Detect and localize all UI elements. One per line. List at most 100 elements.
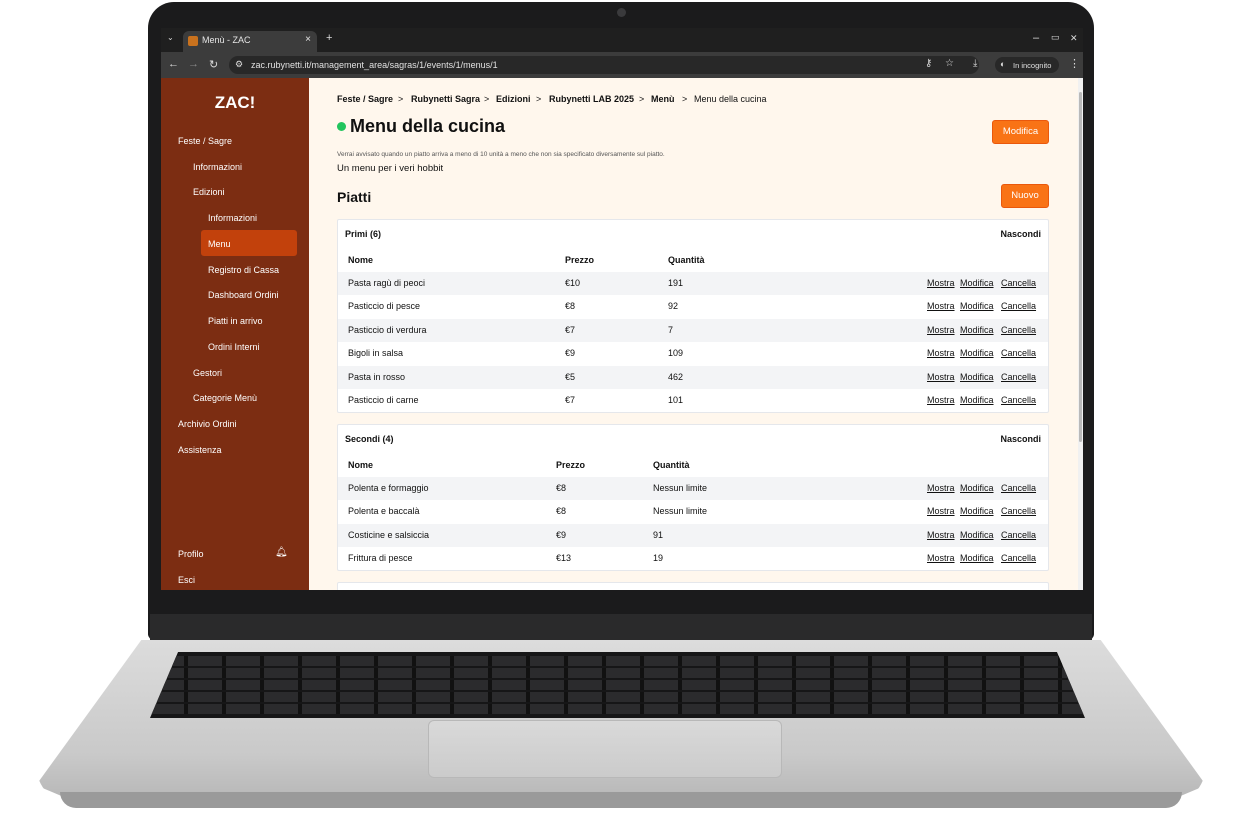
show-dish-link[interactable]: Mostra xyxy=(927,553,955,563)
breadcrumb-item[interactable]: Rubynetti Sagra xyxy=(411,94,480,104)
dish-quantity: Nessun limite xyxy=(653,506,708,517)
tab-search-icon[interactable]: ⌄ xyxy=(167,33,174,42)
reload-icon[interactable]: ↻ xyxy=(209,58,218,71)
show-dish-link[interactable]: Mostra xyxy=(927,348,955,358)
minimize-icon[interactable]: – xyxy=(1033,32,1039,44)
show-dish-link[interactable]: Mostra xyxy=(927,325,955,335)
address-bar[interactable]: ⚙ zac.rubynetti.it/management_area/sagra… xyxy=(229,56,979,74)
show-dish-link[interactable]: Mostra xyxy=(927,395,955,405)
dish-name: Pasticcio di verdura xyxy=(348,324,427,335)
breadcrumb-item[interactable]: Rubynetti LAB 2025 xyxy=(549,94,634,104)
edit-dish-link[interactable]: Modifica xyxy=(960,553,994,563)
category-card-secondi: Secondi (4) Nascondi Nome Prezzo Quantit… xyxy=(337,424,1049,571)
show-dish-link[interactable]: Mostra xyxy=(927,301,955,311)
sidebar-item-menu[interactable]: Menu xyxy=(208,239,231,249)
laptop-base-edge xyxy=(60,792,1182,808)
breadcrumb-current: Menu della cucina xyxy=(694,94,767,104)
sidebar-item-categorie-menu[interactable]: Categorie Menù xyxy=(193,393,257,403)
sidebar-item-profilo[interactable]: Profilo xyxy=(178,549,204,559)
dish-price: €8 xyxy=(565,301,576,312)
edit-dish-link[interactable]: Modifica xyxy=(960,348,994,358)
column-header-nome: Nome xyxy=(348,460,374,470)
show-dish-link[interactable]: Mostra xyxy=(927,372,955,382)
sidebar-item-ordini-interni[interactable]: Ordini Interni xyxy=(208,342,260,352)
laptop-trackpad xyxy=(428,720,782,778)
delete-dish-link[interactable]: Cancella xyxy=(1001,553,1036,563)
delete-dish-link[interactable]: Cancella xyxy=(1001,301,1036,311)
delete-dish-link[interactable]: Cancella xyxy=(1001,372,1036,382)
delete-dish-link[interactable]: Cancella xyxy=(1001,278,1036,288)
scrollbar-thumb[interactable] xyxy=(1079,92,1082,442)
show-dish-link[interactable]: Mostra xyxy=(927,506,955,516)
laptop-keyboard xyxy=(150,652,1085,718)
sidebar-item-registro-cassa[interactable]: Registro di Cassa xyxy=(208,265,279,275)
edit-dish-link[interactable]: Modifica xyxy=(960,372,994,382)
sidebar-item-edition-informazioni[interactable]: Informazioni xyxy=(208,213,257,223)
breadcrumb-item[interactable]: Feste / Sagre xyxy=(337,94,393,104)
column-header-prezzo: Prezzo xyxy=(565,255,595,265)
edit-menu-button[interactable]: Modifica xyxy=(992,120,1049,144)
show-dish-link[interactable]: Mostra xyxy=(927,530,955,540)
sidebar-item-informazioni[interactable]: Informazioni xyxy=(193,162,242,172)
bell-icon[interactable]: 🔔︎ xyxy=(275,547,288,558)
delete-dish-link[interactable]: Cancella xyxy=(1001,483,1036,493)
key-row xyxy=(150,668,1085,678)
close-window-icon[interactable]: ✕ xyxy=(1070,33,1078,44)
dish-quantity: 92 xyxy=(668,301,679,312)
edit-dish-link[interactable]: Modifica xyxy=(960,325,994,335)
delete-dish-link[interactable]: Cancella xyxy=(1001,325,1036,335)
new-dish-button[interactable]: Nuovo xyxy=(1001,184,1049,208)
browser-toolbar: ← → ↻ ⚙ zac.rubynetti.it/management_area… xyxy=(161,52,1083,78)
edit-dish-link[interactable]: Modifica xyxy=(960,483,994,493)
edit-dish-link[interactable]: Modifica xyxy=(960,301,994,311)
forward-icon[interactable]: → xyxy=(188,58,199,70)
edit-dish-link[interactable]: Modifica xyxy=(960,530,994,540)
dish-name: Frittura di pesce xyxy=(348,553,413,564)
breadcrumb-item[interactable]: Menù xyxy=(651,94,675,104)
show-dish-link[interactable]: Mostra xyxy=(927,278,955,288)
show-dish-link[interactable]: Mostra xyxy=(927,483,955,493)
browser-menu-icon[interactable]: ⋮ xyxy=(1069,57,1080,70)
sidebar-item-dashboard-ordini[interactable]: Dashboard Ordini xyxy=(208,290,279,300)
dish-name: Bigoli in salsa xyxy=(348,348,404,359)
download-icon[interactable]: ⤓ xyxy=(973,58,977,69)
dish-price: €9 xyxy=(565,348,576,359)
status-dot xyxy=(337,122,346,131)
restore-icon[interactable]: ▭ xyxy=(1051,32,1060,43)
sidebar-item-esci[interactable]: Esci xyxy=(178,575,195,585)
sidebar-item-edizioni[interactable]: Edizioni xyxy=(193,187,225,197)
delete-dish-link[interactable]: Cancella xyxy=(1001,395,1036,405)
edit-dish-link[interactable]: Modifica xyxy=(960,395,994,405)
sidebar-item-piatti-arrivo[interactable]: Piatti in arrivo xyxy=(208,316,263,326)
back-icon[interactable]: ← xyxy=(168,58,179,70)
sidebar-item-archivio-ordini[interactable]: Archivio Ordini xyxy=(178,419,237,429)
key-icon[interactable]: ⚷ xyxy=(925,58,932,69)
dish-price: €7 xyxy=(565,324,576,335)
incognito-badge[interactable]: ◐ In incognito xyxy=(995,57,1059,73)
dish-quantity: 109 xyxy=(668,348,684,359)
app-logo[interactable]: ZAC! xyxy=(161,93,309,113)
breadcrumb-item[interactable]: Edizioni xyxy=(496,94,531,104)
dish-price: €9 xyxy=(556,529,567,540)
sidebar-item-gestori[interactable]: Gestori xyxy=(193,368,222,378)
bookmark-star-icon[interactable]: ☆ xyxy=(945,58,954,69)
new-tab-button[interactable]: + xyxy=(326,32,332,44)
edit-dish-link[interactable]: Modifica xyxy=(960,278,994,288)
edit-dish-link[interactable]: Modifica xyxy=(960,506,994,516)
table-row: Pasticcio di verdura €7 7 Mostra Modifica Can… xyxy=(338,318,1048,342)
browser-tab[interactable]: Menù - ZAC × xyxy=(183,31,317,52)
menu-description: Un menu per i veri hobbit xyxy=(337,163,444,174)
delete-dish-link[interactable]: Cancella xyxy=(1001,348,1036,358)
delete-dish-link[interactable]: Cancella xyxy=(1001,530,1036,540)
breadcrumb-separator: > xyxy=(484,94,490,104)
column-header-prezzo: Prezzo xyxy=(556,460,586,470)
hide-category-button[interactable]: Nascondi xyxy=(1000,229,1041,239)
dish-price: €5 xyxy=(565,371,576,382)
tab-close-icon[interactable]: × xyxy=(305,34,311,45)
delete-dish-link[interactable]: Cancella xyxy=(1001,506,1036,516)
dish-quantity: 101 xyxy=(668,395,684,405)
hide-category-button[interactable]: Nascondi xyxy=(1000,434,1041,444)
sidebar-item-assistenza[interactable]: Assistenza xyxy=(178,445,222,455)
sidebar-item-feste-sagre[interactable]: Feste / Sagre xyxy=(178,136,232,146)
site-info-icon[interactable]: ⚙ xyxy=(235,59,243,70)
